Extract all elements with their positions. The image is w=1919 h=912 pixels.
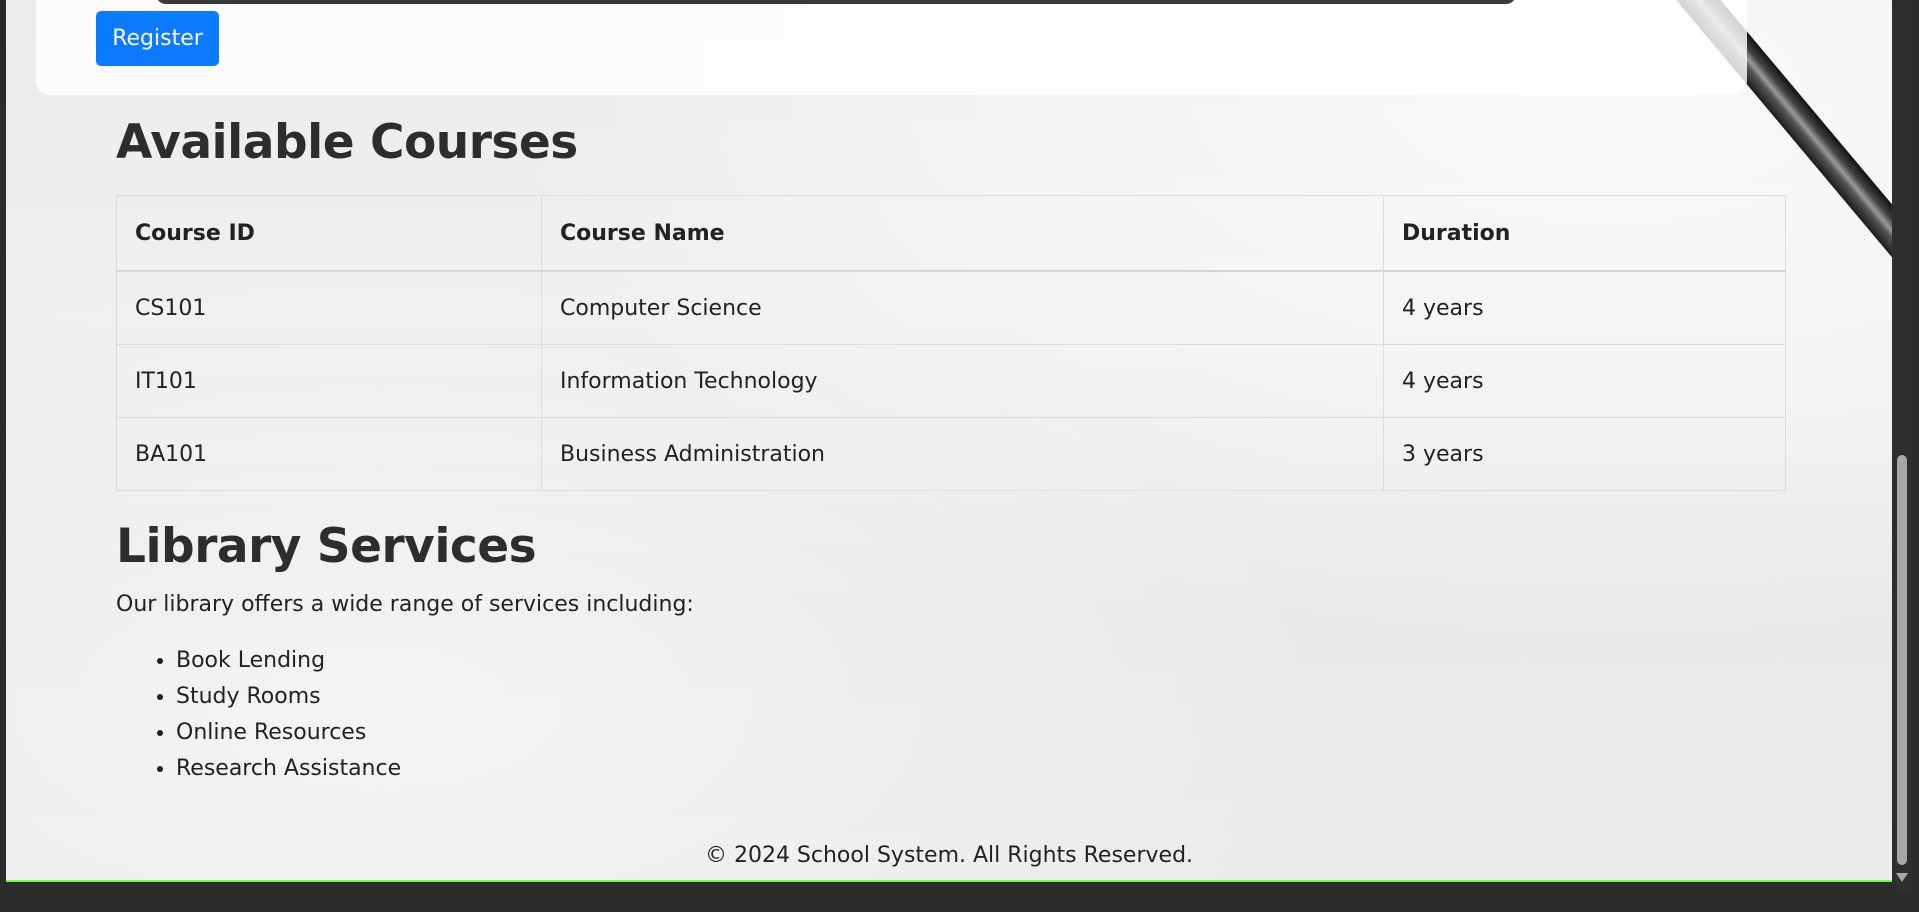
table-row: BA101 Business Administration 3 years [116,417,1786,491]
list-item: Research Assistance [176,751,1786,787]
course-name-cell: Business Administration [541,417,1384,491]
bottom-status-bar [6,880,1892,882]
page-viewport: Register Available Courses Course ID Cou… [6,0,1892,882]
list-item: Online Resources [176,715,1786,751]
registration-form-card: Register [36,0,1747,95]
register-button[interactable]: Register [96,11,219,66]
main-content: Available Courses Course ID Course Name … [116,115,1786,787]
table-row: IT101 Information Technology 4 years [116,344,1786,418]
column-header-course-id: Course ID [116,195,542,272]
scrollbar-thumb[interactable] [1897,455,1907,865]
list-item: Book Lending [176,643,1786,679]
table-row: CS101 Computer Science 4 years [116,270,1786,345]
vertical-scrollbar[interactable] [1892,0,1912,890]
course-id-cell: CS101 [116,270,542,345]
scroll-down-arrow-icon[interactable] [1896,873,1908,882]
column-header-duration: Duration [1383,195,1786,272]
course-duration-cell: 4 years [1383,270,1786,345]
page-footer: © 2024 School System. All Rights Reserve… [704,843,1194,868]
form-input-field-edge[interactable] [156,0,1516,4]
course-id-cell: IT101 [116,344,542,418]
courses-heading: Available Courses [116,115,578,170]
course-duration-cell: 4 years [1383,344,1786,418]
course-id-cell: BA101 [116,417,542,491]
course-name-cell: Information Technology [541,344,1384,418]
course-duration-cell: 3 years [1383,417,1786,491]
courses-table: Course ID Course Name Duration CS101 Com… [116,195,1786,491]
column-header-course-name: Course Name [541,195,1384,272]
table-header-row: Course ID Course Name Duration [116,195,1786,272]
library-services-list: Book Lending Study Rooms Online Resource… [116,643,1786,787]
library-description: Our library offers a wide range of servi… [116,592,694,617]
library-heading: Library Services [116,519,537,574]
list-item: Study Rooms [176,679,1786,715]
course-name-cell: Computer Science [541,270,1384,345]
